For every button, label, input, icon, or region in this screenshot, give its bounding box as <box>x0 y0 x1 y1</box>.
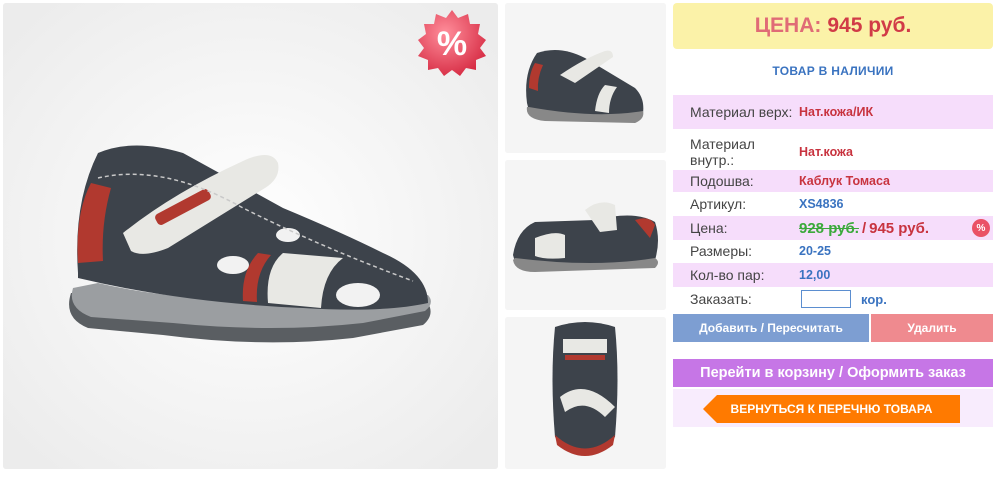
stock-status: ТОВАР В НАЛИЧИИ <box>772 64 894 78</box>
spec-row-order: Заказать: кор. <box>673 288 993 310</box>
spec-value: Каблук Томаса <box>799 174 891 188</box>
spec-row-sizes: Размеры: 20-25 <box>673 240 993 262</box>
spec-row-sole: Подошва: Каблук Томаса <box>673 170 993 192</box>
spec-value: Нат.кожа/ИК <box>799 105 874 119</box>
discount-badge: % <box>416 8 488 80</box>
order-unit: кор. <box>861 291 887 307</box>
delete-button[interactable]: Удалить <box>871 314 993 342</box>
price-value: 945 руб. <box>827 14 912 37</box>
spec-label: Подошва: <box>690 173 754 189</box>
mini-discount-icon: % <box>972 219 990 237</box>
spec-row-article: Артикул: XS4836 <box>673 193 993 215</box>
price-header: ЦЕНА: 945 руб. <box>673 3 993 49</box>
spec-value: Нат.кожа <box>799 145 854 159</box>
sandal-thumb-top-image <box>505 317 666 469</box>
spec-row-pairs: Кол-во пар: 12,00 <box>673 263 993 287</box>
sandal-thumb-side-image <box>505 3 666 153</box>
spec-label: Заказать: <box>690 291 752 307</box>
spec-row-material-top: Материал верх: Нат.кожа/ИК <box>673 95 993 129</box>
sandal-thumb-back-image <box>505 160 666 310</box>
thumbnail-1[interactable] <box>505 3 666 153</box>
add-recalculate-button[interactable]: Добавить / Пересчитать <box>673 314 869 342</box>
price-label: ЦЕНА: <box>754 14 822 37</box>
spec-label: Материал внутр.: <box>690 136 755 168</box>
spec-value: XS4836 <box>799 197 844 211</box>
spec-row-material-inner: Материал внутр.: Нат.кожа <box>673 136 993 168</box>
spec-label: Артикул: <box>690 196 747 212</box>
spec-label: Размеры: <box>690 243 753 259</box>
new-price: 945 руб. <box>869 219 930 237</box>
thumbnail-2[interactable] <box>505 160 666 310</box>
spec-label: Материал верх: <box>690 104 793 120</box>
spec-label: Кол-во пар: <box>690 267 765 283</box>
spec-label: Цена: <box>690 220 728 236</box>
back-to-list-button[interactable]: ВЕРНУТЬСЯ К ПЕРЕЧНЮ ТОВАРА <box>703 395 960 423</box>
price-separator: / <box>861 219 867 237</box>
spec-value: 12,00 <box>799 268 831 282</box>
order-quantity-input[interactable] <box>801 290 851 308</box>
thumbnail-3[interactable] <box>505 317 666 469</box>
old-price: 928 руб. <box>799 219 859 237</box>
spec-row-price: Цена: 928 руб. / 945 руб. % <box>673 216 993 240</box>
spec-value: 20-25 <box>799 244 831 258</box>
badge-percent-text: % <box>436 24 468 63</box>
go-to-cart-button[interactable]: Перейти в корзину / Оформить заказ <box>673 359 993 387</box>
